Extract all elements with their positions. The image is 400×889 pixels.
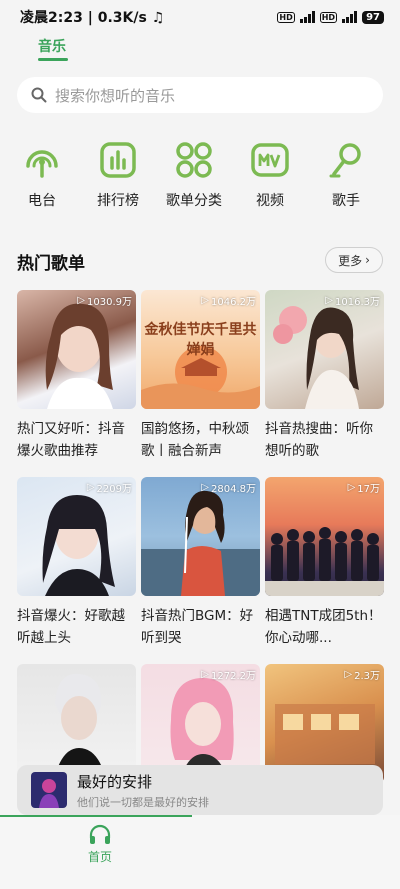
play-count: ▷ 1016.3万 — [325, 295, 380, 308]
play-count: ▷ 2209万 — [86, 482, 132, 495]
playlist-title: 国韵悠扬，中秋颂歌丨融合新声 — [141, 421, 249, 459]
status-bar: 凌晨2:23 | 0.3K/s ♫ HD HD 97 — [0, 0, 400, 34]
play-count: ▷ 2804.8万 — [201, 482, 256, 495]
status-right: HD HD 97 — [277, 10, 384, 24]
category-row: 电台 排行榜 歌单分类 视频 歌手 — [0, 140, 400, 220]
playlist-card[interactable]: ▷ 1016.3万 抖音热搜曲：听你想听的歌 — [265, 290, 384, 462]
playlist-title: 抖音爆火：好歌越听越上头 — [17, 608, 125, 646]
play-count: ▷ 1046.2万 — [201, 295, 256, 308]
network-speed: 0.3K/s — [97, 10, 147, 26]
radio-icon — [26, 150, 58, 178]
more-button[interactable]: 更多 › — [325, 247, 383, 273]
playlist-card[interactable]: ▷ 2209万 抖音爆火：好歌越听越上头 — [17, 477, 136, 649]
playlist-cover: 金秋佳节庆千里共婵娟 ▷ 1046.2万 — [141, 290, 260, 409]
category-playlist-types[interactable]: 歌单分类 — [159, 140, 229, 210]
playlist-card[interactable]: 金秋佳节庆千里共婵娟 ▷ 1046.2万 国韵悠扬，中秋颂歌丨融合新声 — [141, 290, 260, 462]
playlist-cover: ▷ 1030.9万 — [17, 290, 136, 409]
playlist-card[interactable]: ▷ 2804.8万 抖音热门BGM：好听到哭 — [141, 477, 260, 649]
tab-home[interactable]: 首页 — [80, 823, 120, 865]
battery-icon: 97 — [362, 10, 384, 24]
headphones-icon — [89, 824, 111, 844]
search-icon — [31, 87, 47, 103]
status-time: 凌晨2:23 — [20, 10, 83, 26]
playlist-cover: ▷ 1016.3万 — [265, 290, 384, 409]
tab-music[interactable]: 音乐 — [38, 36, 66, 56]
play-count: ▷ 17万 — [347, 482, 380, 495]
tab-home-label: 首页 — [87, 850, 112, 864]
more-label: 更多 — [338, 253, 363, 268]
mv-icon — [251, 143, 289, 177]
playlist-title: 相遇TNT成团5th！你心动哪... — [265, 608, 382, 646]
chevron-right-icon: › — [365, 253, 370, 267]
playlist-cover: ▷ 17万 — [265, 477, 384, 596]
playlist-cover: ▷ 2209万 — [17, 477, 136, 596]
chart-icon — [100, 142, 136, 178]
category-video[interactable]: 视频 — [235, 140, 305, 210]
mini-player[interactable]: 最好的安排 他们说一切都是最好的安排 — [17, 765, 383, 815]
category-charts[interactable]: 排行榜 — [83, 140, 153, 210]
signal-icon-1 — [299, 11, 315, 23]
mini-player-title: 最好的安排 — [77, 772, 153, 791]
mini-player-cover — [31, 772, 67, 808]
playlist-title: 热门又好听：抖音爆火歌曲推荐 — [17, 421, 125, 459]
playlist-card[interactable]: ▷ 17万 相遇TNT成团5th！你心动哪... — [265, 477, 384, 649]
play-count: ▷ 1272.2万 — [201, 669, 256, 682]
hd-badge-2: HD — [319, 11, 338, 23]
category-radio[interactable]: 电台 — [7, 140, 77, 210]
hd-badge-1: HD — [277, 11, 295, 23]
playlist-cover: ▷ 2804.8万 — [141, 477, 260, 596]
signal-icon-2 — [342, 11, 358, 23]
tabbar-progress — [0, 815, 192, 817]
mini-player-info: 最好的安排 他们说一切都是最好的安排 — [77, 771, 209, 810]
singer-icon — [329, 143, 361, 178]
grid-icon — [176, 142, 212, 178]
play-count: ▷ 1030.9万 — [77, 295, 132, 308]
category-singer[interactable]: 歌手 — [311, 140, 381, 210]
cover-text: 金秋佳节庆千里共婵娟 — [144, 322, 257, 358]
search-placeholder: 搜索你想听的音乐 — [55, 86, 176, 105]
search-bar[interactable]: 搜索你想听的音乐 — [17, 77, 383, 113]
notification-icon: ♫ — [151, 10, 165, 26]
playlist-title: 抖音热门BGM：好听到哭 — [141, 608, 254, 646]
play-count: ▷ 2.3万 — [344, 669, 380, 682]
tab-indicator — [38, 58, 68, 61]
playlist-card[interactable]: ▷ 1030.9万 热门又好听：抖音爆火歌曲推荐 — [17, 290, 136, 462]
playlist-title: 抖音热搜曲：听你想听的歌 — [265, 421, 373, 459]
mini-player-lyric: 他们说一切都是最好的安排 — [77, 795, 209, 809]
status-left: 凌晨2:23 | 0.3K/s ♫ — [20, 10, 165, 26]
bottom-tab-bar: 首页 — [0, 815, 400, 889]
section-title: 热门歌单 — [17, 254, 85, 274]
